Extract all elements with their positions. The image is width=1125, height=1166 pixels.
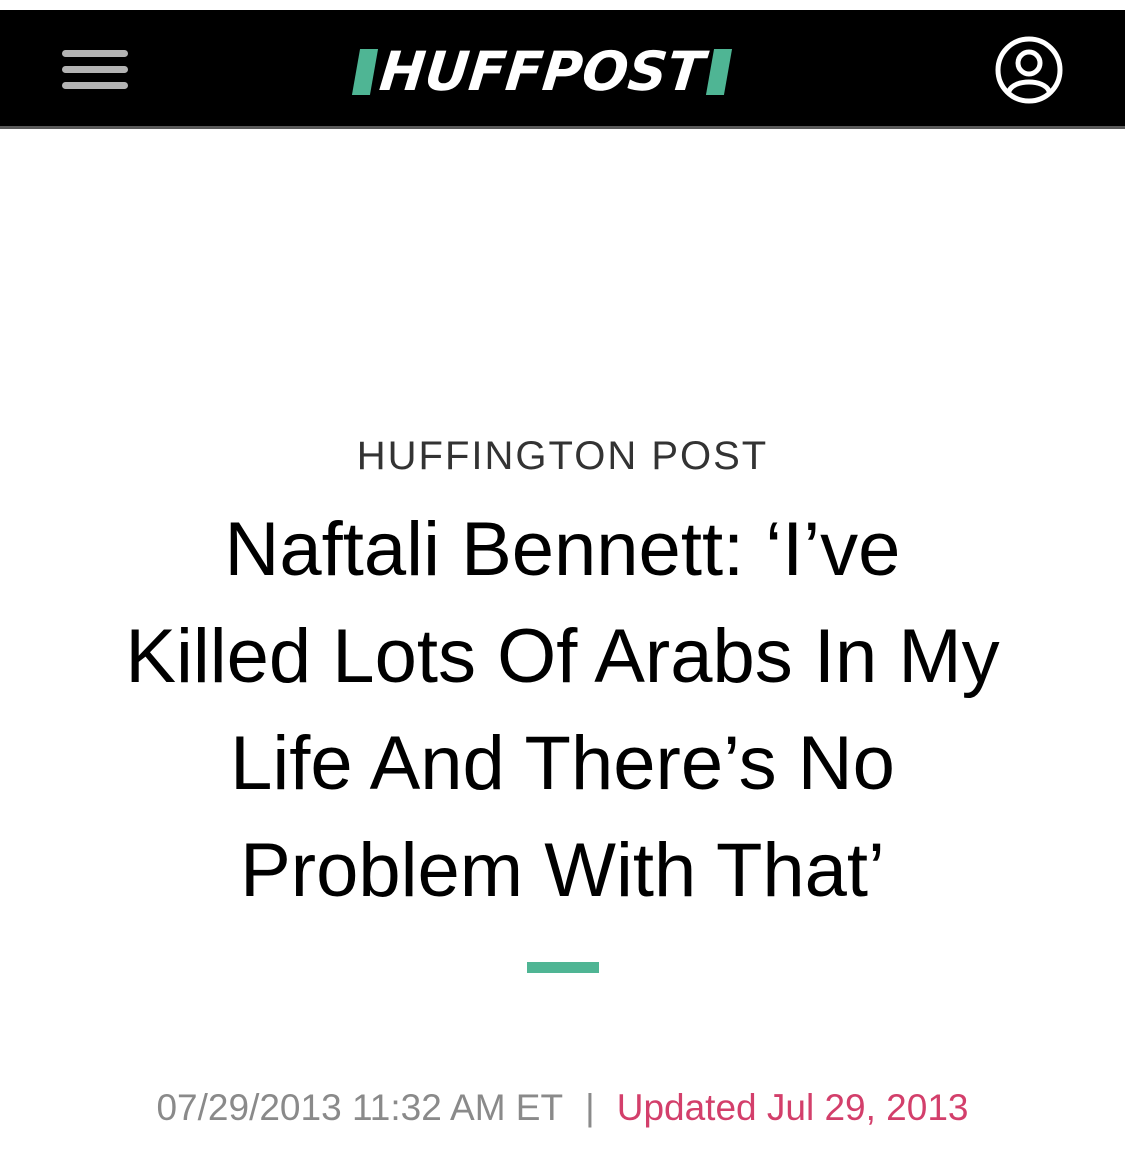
- huffpost-logo[interactable]: HUFFPOST: [351, 40, 770, 104]
- menu-bar-top: [62, 50, 128, 57]
- menu-button[interactable]: [52, 38, 140, 102]
- site-header: HUFFPOST: [0, 10, 1125, 129]
- published-date: 07/29/2013 11:32 AM ET: [156, 1087, 564, 1128]
- user-account-icon: [995, 36, 1063, 104]
- article-timestamp: 07/29/2013 11:32 AM ET | Updated Jul 29, 2…: [0, 1084, 1125, 1132]
- article-headline: Naftali Bennett: ‘I’ve Killed Lots Of Ar…: [20, 496, 1105, 924]
- updated-date: Updated Jul 29, 2013: [616, 1087, 969, 1128]
- account-button[interactable]: [993, 34, 1065, 106]
- headline-line: Problem With That’: [240, 828, 885, 913]
- logo-left-bar: [351, 49, 379, 95]
- logo-text: HUFFPOST: [376, 40, 708, 103]
- logo-right-bar: [705, 49, 733, 95]
- headline-line: Naftali Bennett: ‘I’ve: [224, 507, 901, 592]
- top-strip: [0, 0, 1125, 10]
- headline-line: Life And There’s No: [230, 721, 895, 806]
- article-kicker[interactable]: HUFFINGTON POST: [0, 432, 1125, 480]
- timestamp-separator: |: [585, 1087, 595, 1128]
- menu-bar-bottom: [62, 82, 128, 89]
- headline-divider: [527, 962, 599, 973]
- menu-bar-middle: [62, 66, 128, 73]
- headline-line: Killed Lots Of Arabs In My: [125, 614, 1000, 699]
